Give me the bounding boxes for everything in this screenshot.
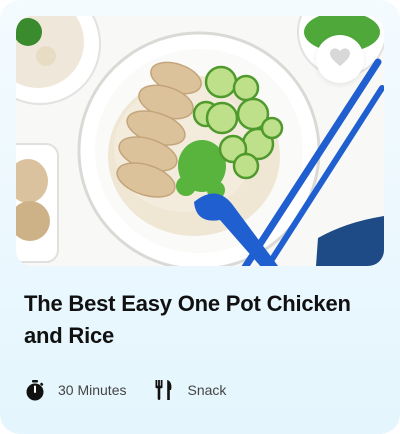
category-label: Snack bbox=[187, 382, 227, 398]
recipe-card[interactable]: The Best Easy One Pot Chicken and Rice 3… bbox=[0, 0, 400, 434]
duration-info: 30 Minutes bbox=[24, 379, 126, 401]
stopwatch-icon bbox=[24, 379, 46, 401]
category-info: Snack bbox=[153, 379, 226, 401]
recipe-title[interactable]: The Best Easy One Pot Chicken and Rice bbox=[24, 288, 376, 352]
heart-icon bbox=[329, 47, 351, 72]
duration-label: 30 Minutes bbox=[58, 382, 127, 398]
recipe-meta: 30 Minutes Snack bbox=[24, 378, 226, 402]
favorite-button[interactable] bbox=[316, 35, 364, 83]
fork-knife-icon bbox=[153, 379, 175, 401]
